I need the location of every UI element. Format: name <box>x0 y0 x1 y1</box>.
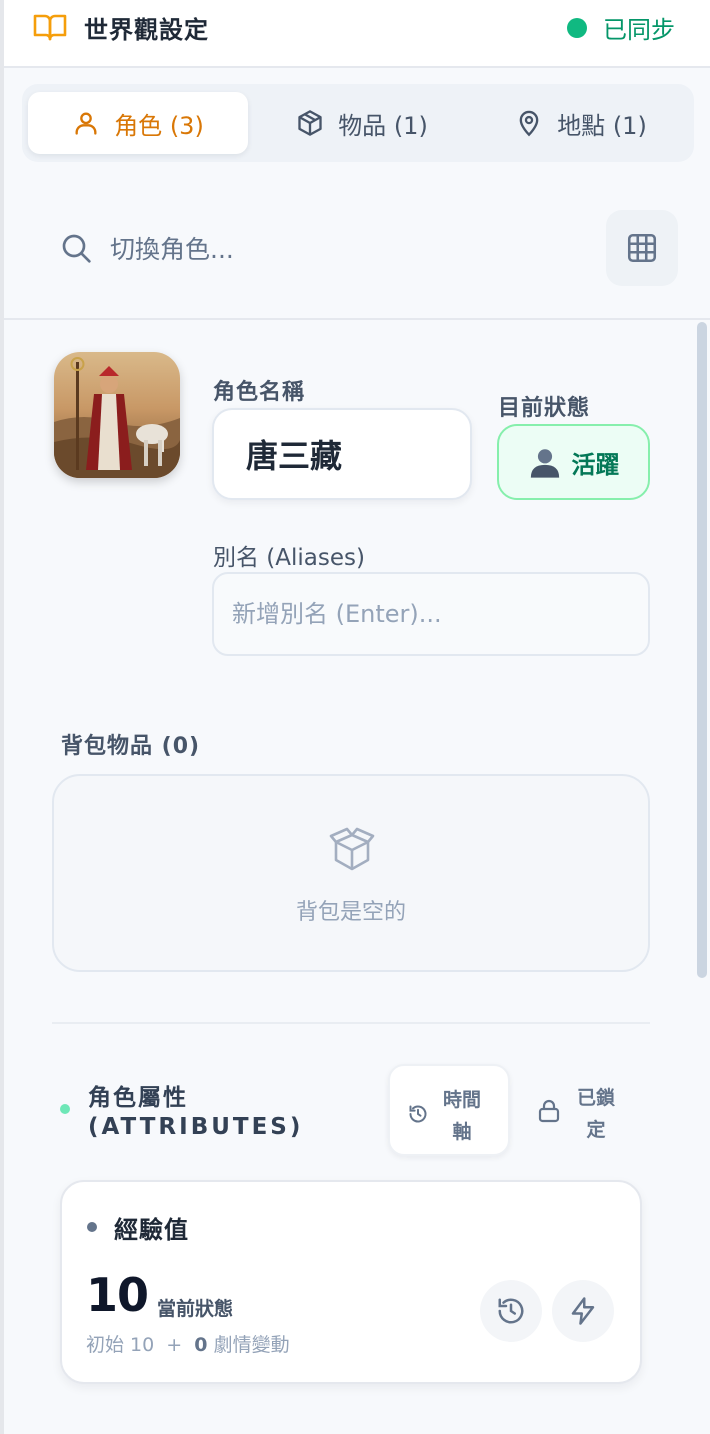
character-name-field[interactable] <box>212 408 472 500</box>
history-icon <box>498 1298 524 1324</box>
divider <box>52 1022 650 1024</box>
page-title: 世界觀設定 <box>84 16 209 44</box>
timeline-button[interactable]: 時間軸 <box>388 1064 510 1156</box>
tab-locations[interactable]: 地點 (1) <box>474 92 688 154</box>
status-toggle-button[interactable]: 活躍 <box>497 424 650 500</box>
name-label: 角色名稱 <box>213 380 306 405</box>
attributes-title: 角色屬性 <box>88 1085 188 1111</box>
tab-label: 物品 (1) <box>338 111 428 140</box>
attribute-value: 10 <box>86 1268 149 1322</box>
user-icon <box>75 112 97 135</box>
attribute-delta: 0 <box>194 1334 208 1356</box>
attribute-base-prefix: 初始 10 + <box>86 1334 195 1356</box>
section-dot <box>60 1104 70 1114</box>
lock-button[interactable]: 已鎖定 <box>522 1064 644 1156</box>
lightning-icon <box>571 1297 595 1325</box>
tab-label: 角色 (3) <box>114 111 204 140</box>
timeline-label-line2: 軸 <box>452 1121 472 1143</box>
status-value: 活躍 <box>571 450 620 479</box>
scrollbar[interactable] <box>697 322 707 978</box>
attribute-state-label: 當前狀態 <box>157 1298 234 1320</box>
attribute-delta-suffix: 劇情變動 <box>207 1334 290 1356</box>
inventory-dropzone <box>52 774 650 972</box>
category-tabs: 角色 (3) 物品 (1) 地點 (1) <box>22 84 694 162</box>
search-icon <box>62 234 91 263</box>
lock-label-line2: 定 <box>586 1119 606 1141</box>
status-label: 目前狀態 <box>498 396 591 421</box>
alias-label: 別名 (Aliases) <box>213 545 365 571</box>
tab-label: 地點 (1) <box>557 111 647 140</box>
map-pin-icon <box>519 110 539 137</box>
character-portrait <box>54 352 180 478</box>
person-icon <box>530 449 559 478</box>
book-icon <box>33 14 67 41</box>
grid-icon <box>627 233 657 263</box>
search-input[interactable] <box>110 228 580 270</box>
sync-status-dot <box>567 18 587 38</box>
box-icon <box>298 110 322 136</box>
attribute-base-info: 初始 10 + 0 劇情變動 <box>86 1330 290 1357</box>
sync-status-text: 已同步 <box>603 16 675 44</box>
character-avatar[interactable] <box>54 352 180 478</box>
alias-input[interactable] <box>212 572 650 656</box>
inventory-empty-text: 背包是空的 <box>295 900 406 925</box>
lock-label-line1: 已鎖 <box>576 1087 615 1109</box>
attribute-history-button[interactable] <box>480 1280 542 1342</box>
attribute-trigger-button[interactable] <box>552 1280 614 1342</box>
history-icon <box>409 1105 427 1123</box>
timeline-label-line1: 時間 <box>442 1089 481 1111</box>
window-frame <box>0 0 4 1434</box>
lock-icon <box>538 1099 560 1123</box>
attributes-subtitle: (ATTRIBUTES) <box>88 1114 304 1140</box>
attribute-name: 經驗值 <box>114 1216 189 1244</box>
attribute-dot <box>87 1222 97 1232</box>
grid-view-button[interactable] <box>606 210 678 286</box>
inventory-label: 背包物品 (0) <box>61 734 201 759</box>
tab-characters[interactable]: 角色 (3) <box>28 92 248 154</box>
package-icon <box>329 827 375 871</box>
tab-items[interactable]: 物品 (1) <box>252 92 472 154</box>
divider <box>4 318 710 320</box>
